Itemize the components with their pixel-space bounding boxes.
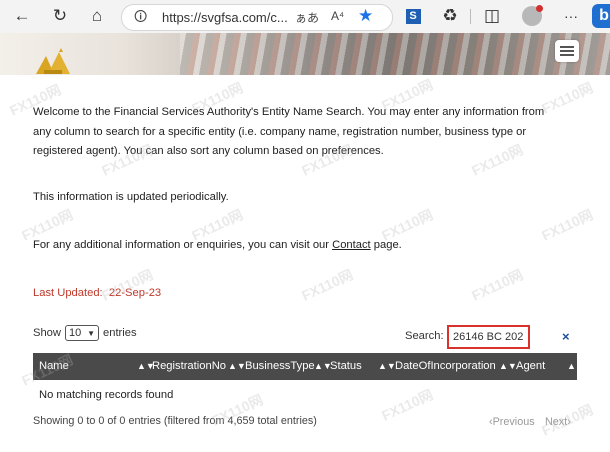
refresh-icon[interactable]: ↻	[47, 4, 73, 28]
column-header-registrationno[interactable]: RegistrationNo	[152, 353, 226, 380]
watermark: FX110网	[469, 266, 526, 304]
updated-note: This information is updated periodically…	[33, 191, 229, 203]
extension-s-icon[interactable]: S	[400, 4, 426, 28]
split-screen-icon[interactable]: ◫	[479, 4, 505, 28]
column-header-dateofincorporation[interactable]: DateOfIncorporation	[395, 353, 496, 380]
hamburger-menu-icon[interactable]	[555, 40, 579, 62]
watermark: FX110网	[299, 266, 356, 304]
show-label: Show	[33, 327, 61, 339]
column-header-businesstype[interactable]: BusinessType	[245, 353, 315, 380]
entries-length-control: Show 10 ▼ entries	[33, 325, 137, 341]
table-info: Showing 0 to 0 of 0 entries (filtered fr…	[33, 415, 317, 427]
favorite-star-icon[interactable]: ★	[358, 6, 373, 26]
sort-icon[interactable]: ▲▼	[567, 353, 585, 380]
more-options-icon[interactable]: ···	[558, 4, 584, 28]
banner-image	[180, 33, 610, 75]
empty-table-message: No matching records found	[39, 389, 174, 401]
last-updated-label: Last Updated:	[33, 287, 103, 299]
last-updated: Last Updated: 22-Sep-23	[33, 287, 161, 299]
chevron-right-icon: ›	[567, 416, 571, 428]
clear-search-icon[interactable]: ×	[562, 329, 570, 344]
contact-link[interactable]: Contact	[332, 239, 371, 251]
contact-suffix: page.	[370, 239, 402, 251]
next-label: Next	[545, 416, 568, 428]
previous-label: Previous	[492, 416, 535, 428]
contact-prefix: For any additional information or enquir…	[33, 239, 333, 251]
extensions-puzzle-icon[interactable]: ♻	[437, 4, 463, 28]
profile-avatar[interactable]	[522, 5, 543, 26]
text-size-icon[interactable]: A⁴	[331, 9, 344, 23]
entries-select[interactable]: 10 ▼	[65, 325, 99, 341]
entries-label: entries	[103, 327, 137, 339]
next-page-button[interactable]: Next›	[545, 416, 571, 428]
browser-toolbar: ← ↻ ⌂ 🛈 https://svgfsa.com/c... ぁあ A⁴ ★ …	[0, 0, 610, 34]
read-aloud-icon[interactable]: ぁあ	[295, 9, 319, 26]
chevron-down-icon: ▼	[87, 328, 95, 338]
address-bar[interactable]: 🛈 https://svgfsa.com/c... ぁあ A⁴ ★	[121, 4, 393, 31]
column-header-status[interactable]: Status	[330, 353, 362, 380]
search-label: Search:	[405, 330, 444, 342]
sort-icon[interactable]: ▲▼	[228, 353, 246, 380]
sort-icon[interactable]: ▲▼	[378, 353, 396, 380]
header-banner	[0, 33, 610, 75]
column-header-name[interactable]: Name	[39, 353, 69, 380]
url-text[interactable]: https://svgfsa.com/c...	[162, 10, 288, 25]
bing-copilot-icon[interactable]: b	[592, 4, 610, 28]
watermark: FX110网	[99, 266, 156, 304]
intro-paragraph: Welcome to the Financial Services Author…	[33, 106, 545, 157]
table-header: Name ▲▼ RegistrationNo ▲▼ BusinessType ▲…	[33, 353, 585, 380]
site-info-icon[interactable]: 🛈	[134, 8, 147, 30]
home-icon[interactable]: ⌂	[84, 4, 110, 28]
column-header-agent[interactable]: Agent	[516, 353, 545, 380]
toolbar-divider	[470, 9, 471, 24]
entries-select-value: 10	[69, 327, 82, 339]
watermark: FX110网	[379, 386, 436, 424]
previous-page-button[interactable]: ‹Previous	[489, 416, 535, 428]
fsa-logo-icon[interactable]	[32, 46, 74, 76]
back-arrow-icon[interactable]: ←	[9, 4, 35, 28]
search-input[interactable]	[447, 325, 530, 349]
contact-paragraph: For any additional information or enquir…	[33, 236, 563, 256]
sort-icon[interactable]: ▲▼	[499, 353, 517, 380]
last-updated-date: 22-Sep-23	[108, 287, 162, 299]
